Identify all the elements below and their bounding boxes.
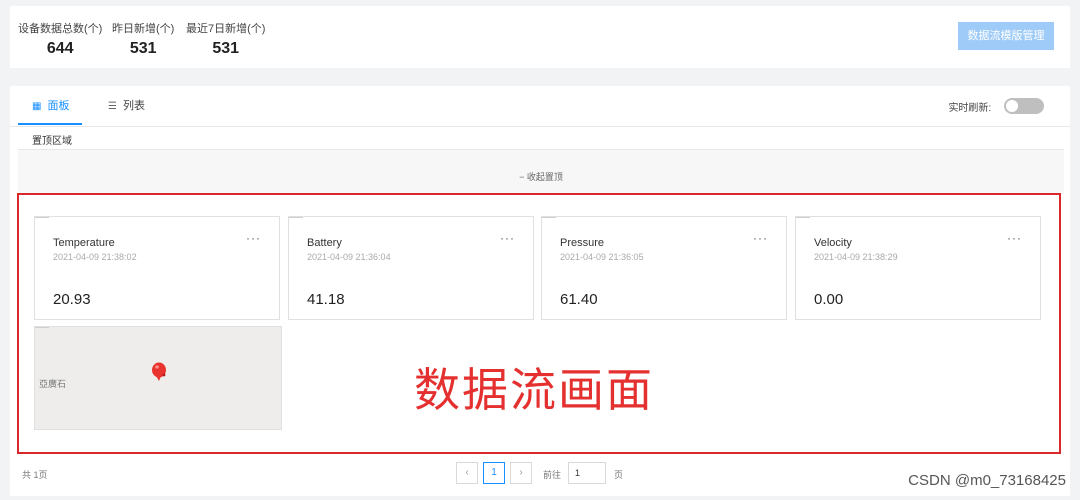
- goto-suffix: 页: [614, 470, 624, 480]
- stat-7days-label: 最近7日新增(个): [186, 23, 266, 35]
- stat-7days: 最近7日新增(个) 531: [186, 20, 265, 58]
- page-1-button[interactable]: 1: [483, 462, 505, 484]
- stat-yesterday-value: 531: [129, 40, 157, 57]
- pinned-area-label: 置顶区域: [32, 136, 72, 147]
- card-corner: [35, 327, 49, 328]
- stat-yesterday-label: 昨日新增(个): [112, 23, 175, 35]
- card-time: 2021-04-09 21:38:02: [53, 252, 137, 262]
- card-corner: [796, 217, 810, 218]
- card-corner: [289, 217, 303, 218]
- annotation-caption: 数据流画面: [414, 363, 654, 417]
- card-value: 0.00: [814, 291, 844, 308]
- stat-7days-value: 531: [212, 40, 240, 57]
- tab-list[interactable]: ☰ 列表: [108, 86, 145, 126]
- realtime-refresh-toggle[interactable]: [1004, 98, 1044, 114]
- card-corner: [35, 217, 49, 218]
- map-pin-icon[interactable]: [150, 361, 170, 383]
- collapse-pinned-button[interactable]: − 收起置顶: [18, 170, 1064, 183]
- more-icon[interactable]: ···: [500, 231, 515, 245]
- card-name: Pressure: [560, 237, 605, 249]
- pinned-area: − 收起置顶: [18, 149, 1064, 194]
- collapse-icon: −: [519, 172, 525, 182]
- datastream-card[interactable]: Temperature 2021-04-09 21:38:02 20.93 ··…: [34, 216, 280, 320]
- realtime-refresh-label: 实时刷新:: [948, 102, 992, 114]
- card-value: 41.18: [307, 291, 345, 308]
- card-name: Velocity: [814, 237, 852, 249]
- watermark: CSDN @m0_73168425: [908, 472, 1066, 489]
- next-page-button[interactable]: ›: [510, 462, 532, 484]
- stat-total-value: 644: [46, 40, 74, 57]
- datastream-card[interactable]: Velocity 2021-04-09 21:38:29 0.00 ···: [795, 216, 1041, 320]
- prev-page-button[interactable]: ‹: [456, 462, 478, 484]
- card-time: 2021-04-09 21:36:04: [307, 252, 391, 262]
- datastream-card[interactable]: Pressure 2021-04-09 21:36:05 61.40 ···: [541, 216, 787, 320]
- map-card[interactable]: 亞廣石: [34, 326, 282, 430]
- more-icon[interactable]: ···: [1007, 231, 1022, 245]
- card-name: Temperature: [53, 237, 115, 249]
- more-icon[interactable]: ···: [753, 231, 768, 245]
- goto-label: 前往: [543, 470, 562, 480]
- stats-card: 设备数据总数(个) 644 昨日新增(个) 531 最近7日新增(个) 531 …: [10, 6, 1070, 68]
- card-time: 2021-04-09 21:36:05: [560, 252, 644, 262]
- realtime-refresh: 实时刷新:: [948, 98, 1044, 114]
- active-tab-indicator: [18, 123, 82, 125]
- tab-list-label: 列表: [122, 100, 145, 112]
- view-tabs: ▦ 面板 ☰ 列表 实时刷新:: [10, 86, 1070, 127]
- card-name: Battery: [307, 237, 342, 249]
- card-value: 20.93: [53, 291, 91, 308]
- pagination-total: 共 1页: [22, 470, 48, 480]
- stat-total: 设备数据总数(个) 644: [18, 20, 102, 58]
- datastream-card[interactable]: Battery 2021-04-09 21:36:04 41.18 ···: [288, 216, 534, 320]
- toggle-knob: [1006, 100, 1018, 112]
- map-place-label: 亞廣石: [39, 379, 67, 389]
- stat-total-label: 设备数据总数(个): [18, 23, 103, 35]
- collapse-pinned-label: 收起置顶: [526, 172, 563, 182]
- tab-panel[interactable]: ▦ 面板: [32, 86, 69, 126]
- more-icon[interactable]: ···: [246, 231, 261, 245]
- card-value: 61.40: [560, 291, 598, 308]
- grid-icon: ▦: [32, 101, 42, 112]
- card-time: 2021-04-09 21:38:29: [814, 252, 898, 262]
- template-manage-button[interactable]: 数据流模版管理: [958, 22, 1054, 50]
- tab-panel-label: 面板: [47, 100, 70, 112]
- list-icon: ☰: [108, 101, 117, 112]
- card-corner: [542, 217, 556, 218]
- stat-yesterday: 昨日新增(个) 531: [112, 20, 174, 58]
- goto-page-input[interactable]: 1: [568, 462, 606, 484]
